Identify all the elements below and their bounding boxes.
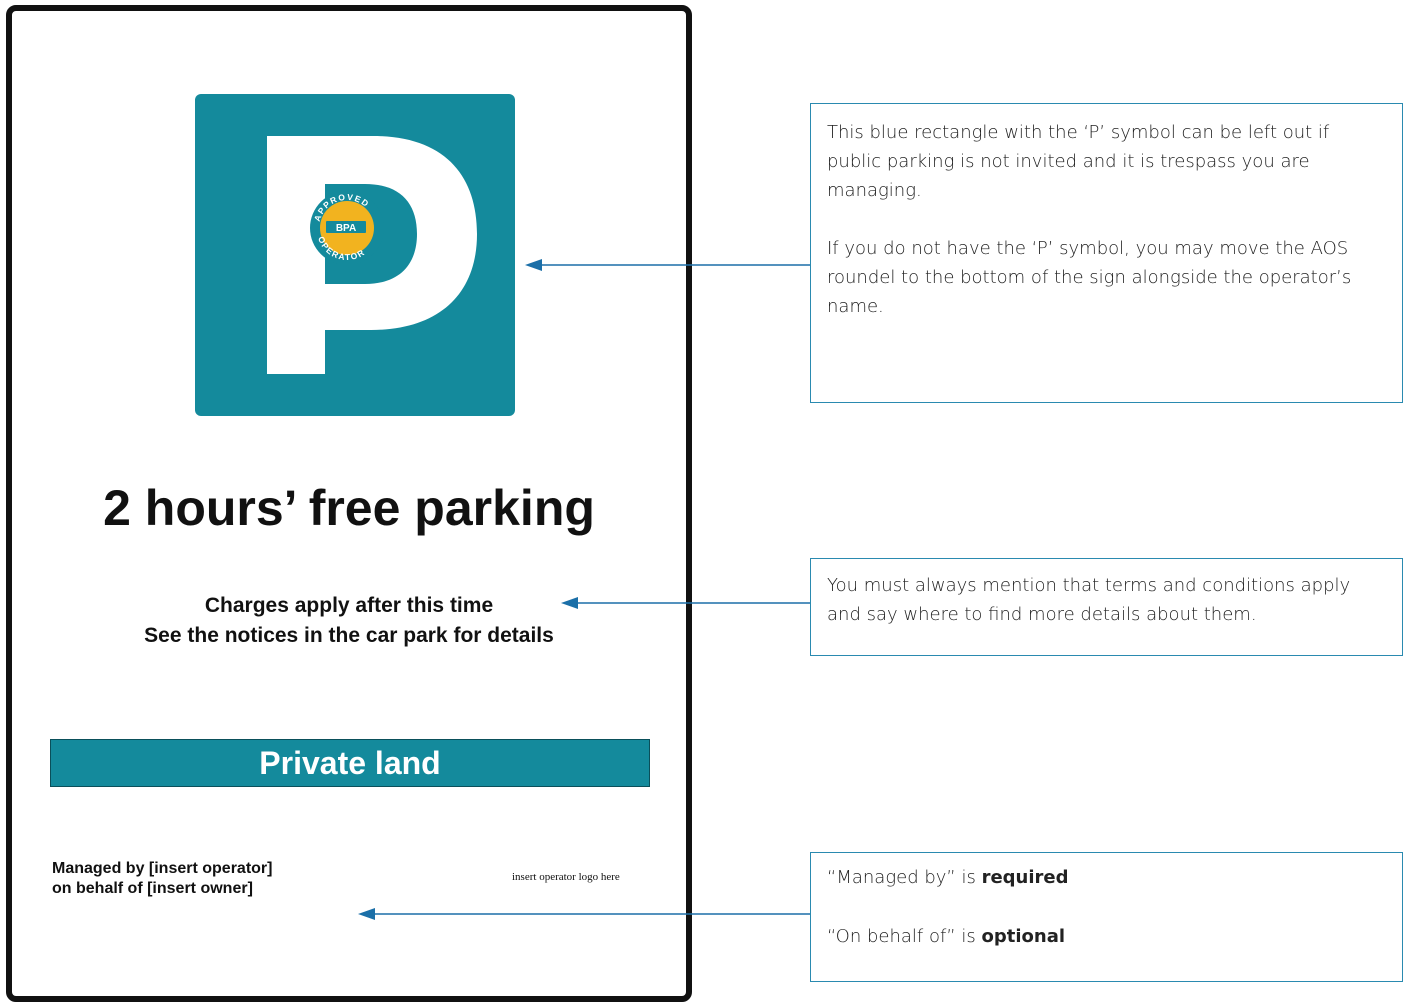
arrow-left-icon xyxy=(358,908,810,920)
arrow-left-icon xyxy=(525,259,810,271)
callout-arrows xyxy=(358,259,810,920)
arrow-left-icon xyxy=(561,597,810,609)
